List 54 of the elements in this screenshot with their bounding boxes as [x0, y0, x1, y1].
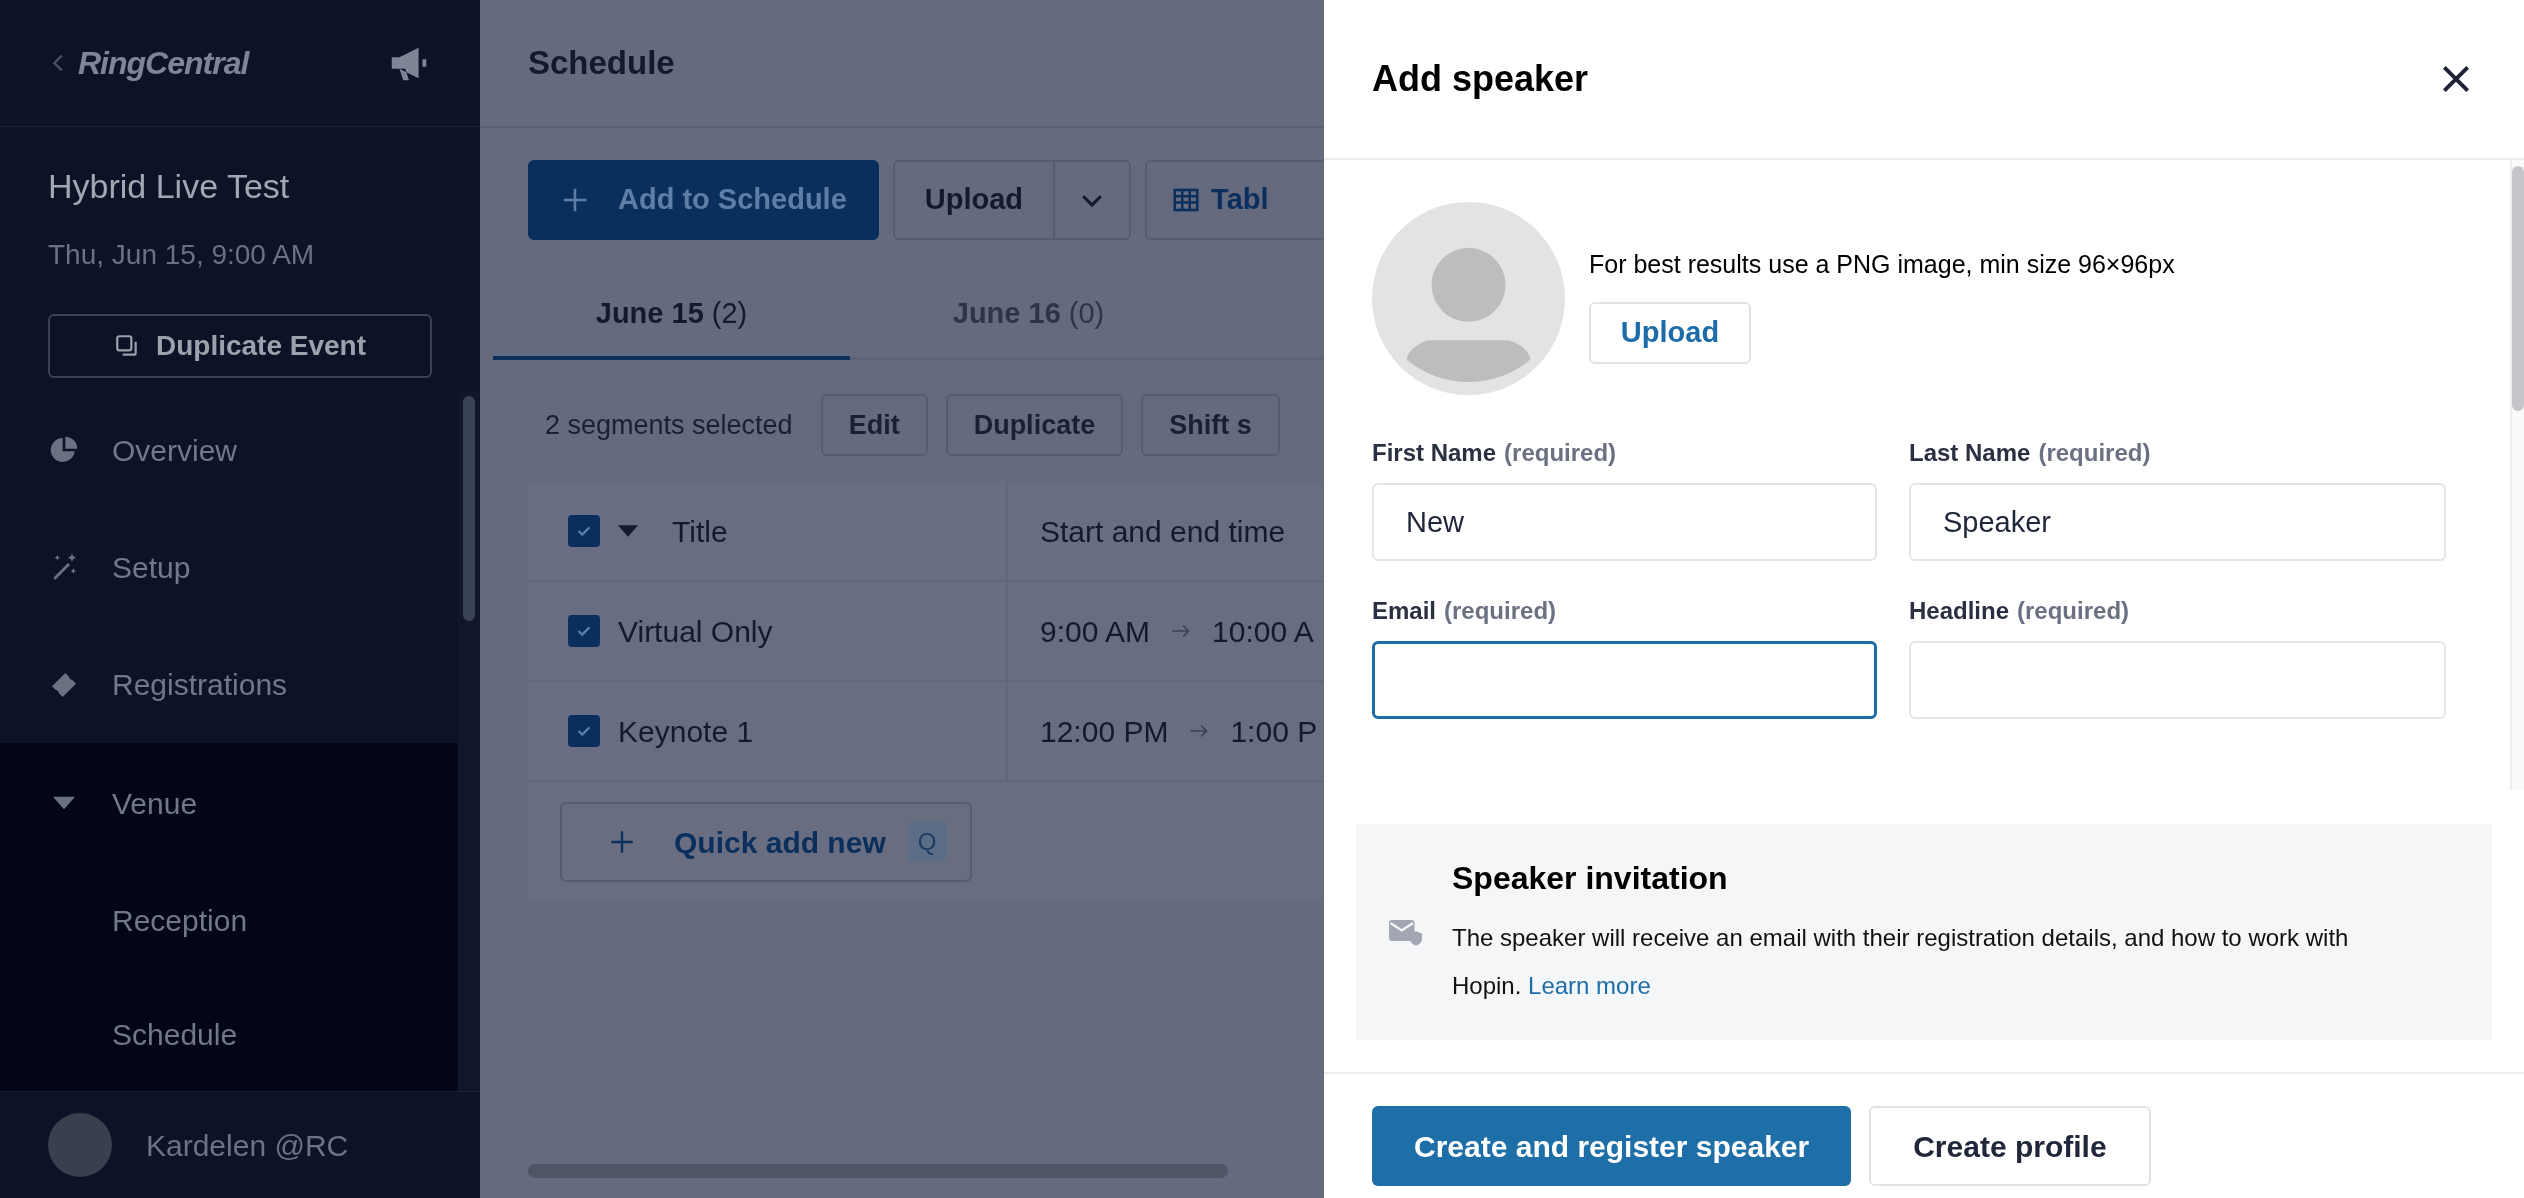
invitation-text: The speaker will receive an email with their registration details, and how to work with Hopin. Learn more — [1452, 923, 2350, 1001]
end-time: 10:00 A — [1212, 613, 1314, 650]
nav-subitem[interactable]: Reception — [0, 863, 458, 978]
selection-summary: 2 segments selected — [545, 408, 793, 442]
text-field[interactable]: Speaker — [1909, 483, 2446, 561]
column-header: Start and end time — [1040, 514, 1286, 548]
nav-item[interactable]: Setup — [0, 508, 458, 626]
duplicate-event-button[interactable]: Duplicate Event — [48, 313, 432, 378]
upload-photo-button[interactable]: Upload — [1589, 301, 1751, 364]
event-date: Thu, Jun 15, 9:00 AM — [48, 237, 316, 272]
caret-icon — [618, 525, 638, 537]
caret-icon — [53, 796, 75, 811]
date-tab[interactable]: June 15 (2) — [493, 272, 850, 360]
checkbox[interactable] — [568, 515, 600, 547]
segment-title: Virtual Only — [618, 613, 773, 650]
shortcut-key: Q — [907, 822, 947, 862]
scrollbar-track[interactable] — [458, 391, 480, 1092]
copy-icon — [113, 332, 140, 359]
scrollbar-thumb[interactable] — [463, 395, 475, 621]
segment-title: Keynote 1 — [618, 713, 754, 750]
field-label: Headline (required) — [1909, 596, 2131, 626]
nav-item[interactable]: Overview — [0, 391, 458, 509]
start-time: 12:00 PM — [1040, 713, 1169, 750]
add-to-schedule-button[interactable]: Add to Schedule — [528, 160, 879, 240]
user-name: Kardelen @RC — [146, 1127, 349, 1164]
field-label: Email (required) — [1372, 596, 1558, 626]
checkbox[interactable] — [568, 615, 600, 647]
brand-logo-text: RingCentral — [78, 43, 249, 83]
panel-title: Add speaker — [1372, 57, 1589, 101]
horizontal-scrollbar[interactable] — [528, 1164, 1228, 1178]
checkbox[interactable] — [568, 715, 600, 747]
nav-subitem[interactable]: Schedule — [0, 977, 458, 1092]
end-time: 1:00 P — [1230, 713, 1318, 750]
segment-action-button[interactable]: Edit — [820, 394, 928, 456]
nav-item[interactable]: Registrations — [0, 626, 458, 744]
column-header: Title — [672, 513, 728, 550]
nav-group-item[interactable]: Venue — [0, 743, 458, 864]
event-title: Hybrid Live Test — [48, 165, 291, 207]
text-field[interactable] — [1372, 641, 1877, 719]
start-time: 9:00 AM — [1040, 613, 1151, 650]
field-label: Last Name (required) — [1909, 438, 2152, 468]
field-label: First Name (required) — [1372, 438, 1618, 468]
create-profile-button[interactable]: Create profile — [1869, 1106, 2151, 1186]
quick-add-button[interactable]: Quick add new Q — [560, 802, 973, 882]
avatar-silhouette-icon — [1372, 202, 1565, 395]
scrollbar-thumb[interactable] — [2512, 166, 2524, 411]
segment-action-button[interactable]: Duplicate — [945, 394, 1124, 456]
learn-more-link[interactable]: Learn more — [1528, 972, 1651, 999]
scrollbar-track[interactable] — [2510, 160, 2524, 790]
invitation-title: Speaker invitation — [1452, 859, 1729, 898]
text-field[interactable]: New — [1372, 483, 1877, 561]
create-register-button[interactable]: Create and register speaker — [1372, 1106, 1852, 1186]
photo-hint: For best results use a PNG image, min size 96×96px — [1589, 249, 2175, 280]
segment-action-button[interactable]: Shift s — [1141, 394, 1280, 456]
